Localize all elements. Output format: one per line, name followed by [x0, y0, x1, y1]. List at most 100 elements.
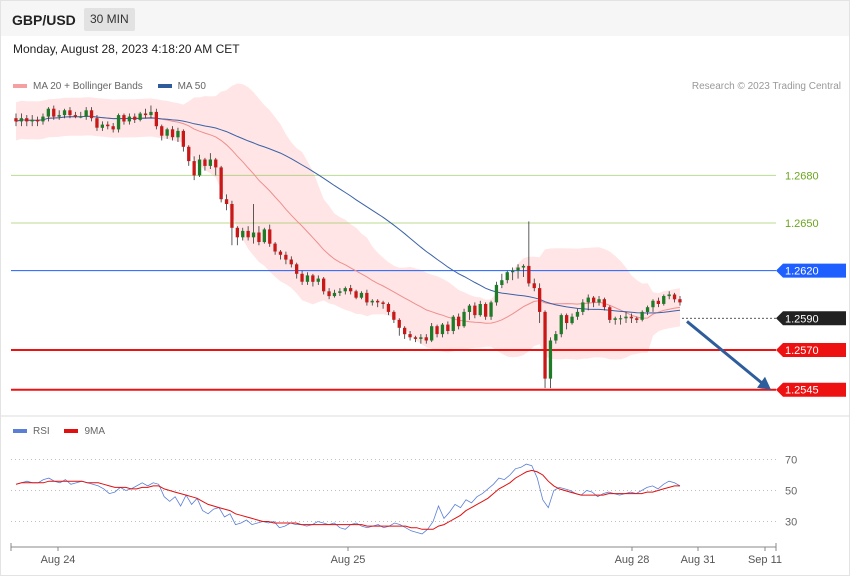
candle-body: [116, 115, 121, 130]
candle-body: [35, 119, 40, 122]
candle-body: [500, 280, 504, 285]
candle-body: [268, 229, 272, 244]
candle-body: [122, 115, 126, 122]
candle-body: [554, 334, 558, 341]
candle-body: [251, 232, 256, 238]
candle-body: [19, 118, 23, 122]
candle-body: [262, 229, 266, 243]
candle-body: [165, 129, 169, 136]
candle-body: [381, 302, 385, 304]
candle-body: [176, 130, 180, 138]
candle-body: [143, 113, 148, 116]
candle-body: [548, 340, 553, 379]
candle-body: [289, 259, 293, 265]
candle-body: [30, 119, 34, 122]
candle-body: [397, 319, 401, 328]
candle-body: [462, 311, 466, 327]
time-tick-label: Aug 28: [615, 554, 650, 566]
candle-body: [57, 115, 61, 117]
candle-body: [484, 304, 488, 317]
candle-body: [338, 291, 342, 293]
candle-body: [149, 111, 153, 116]
candle-body: [187, 146, 191, 162]
bollinger-band: [16, 83, 680, 360]
rsi-line: [15, 463, 681, 535]
candle-body: [678, 299, 682, 303]
level-label-support: 1.2570: [785, 345, 819, 357]
candle-body: [273, 243, 277, 252]
candle-body: [457, 316, 461, 327]
candle-body: [386, 304, 391, 312]
candle-body: [305, 275, 310, 282]
projection-arrow-head: [757, 376, 771, 390]
candle-body: [106, 124, 110, 127]
candle-body: [208, 159, 212, 166]
candle-body: [446, 324, 450, 331]
candle-body: [138, 113, 142, 120]
candle-body: [581, 302, 585, 312]
candle-body: [451, 316, 455, 331]
candle-body: [376, 300, 380, 303]
candle-body: [629, 316, 633, 319]
level-label-support: 1.2545: [785, 385, 819, 397]
candle-body: [430, 326, 434, 341]
candle-body: [278, 251, 283, 255]
candle-body: [332, 292, 337, 297]
candle-body: [311, 275, 315, 282]
candle-body: [656, 300, 660, 304]
candle-body: [543, 311, 547, 379]
candle-body: [645, 307, 650, 312]
candle-body: [170, 129, 175, 138]
candle-body: [435, 326, 439, 335]
candle-body: [197, 159, 202, 176]
candle-body: [349, 288, 353, 292]
time-tick-label: Aug 31: [681, 554, 716, 566]
candle-body: [203, 159, 207, 166]
candle-body: [133, 116, 137, 120]
rsi-9ma-line: [15, 469, 680, 530]
candle-body: [413, 337, 418, 339]
candle-body: [154, 111, 158, 127]
candle-body: [79, 116, 83, 118]
candle-body: [359, 292, 364, 298]
candle-body: [408, 334, 412, 338]
candle-body: [392, 311, 396, 320]
level-label-resistance: 1.2680: [785, 170, 819, 182]
candle-body: [25, 118, 29, 122]
candle-body: [419, 337, 423, 339]
candle-body: [316, 278, 320, 282]
candle-body: [473, 305, 477, 316]
candle-body: [181, 130, 185, 147]
candle-body: [295, 264, 299, 274]
time-tick-label: Aug 24: [41, 554, 76, 566]
candle-body: [214, 159, 218, 168]
candle-body: [241, 230, 245, 238]
candle-body: [624, 316, 628, 319]
candle-body: [640, 311, 644, 320]
candle-body: [219, 167, 223, 200]
candle-body: [111, 126, 115, 130]
candle-body: [565, 315, 569, 323]
candle-body: [494, 284, 499, 303]
candle-body: [651, 300, 655, 308]
candle-body: [246, 230, 250, 238]
candle-body: [613, 318, 617, 320]
level-label-last: 1.2590: [785, 313, 819, 325]
candle-body: [575, 311, 580, 317]
candle-body: [489, 302, 493, 317]
chart-canvas: 1.2680 1.2650 1.2620 1.2590 1.2570 1.2545 70 50…: [1, 83, 849, 566]
candle-body: [527, 265, 531, 284]
candle-body: [516, 267, 520, 271]
time-tick-label: Aug 25: [331, 554, 366, 566]
candle-body: [52, 108, 56, 117]
candle-body: [354, 291, 358, 298]
candle-body: [160, 126, 164, 136]
candle-body: [505, 272, 509, 281]
candle-body: [478, 304, 482, 316]
candle-body: [538, 288, 542, 312]
projection-arrow-line: [686, 320, 765, 386]
candle-body: [84, 110, 88, 117]
candle-body: [521, 265, 526, 268]
candle-body: [257, 232, 261, 242]
rsi-tick-label: 70: [785, 455, 797, 467]
